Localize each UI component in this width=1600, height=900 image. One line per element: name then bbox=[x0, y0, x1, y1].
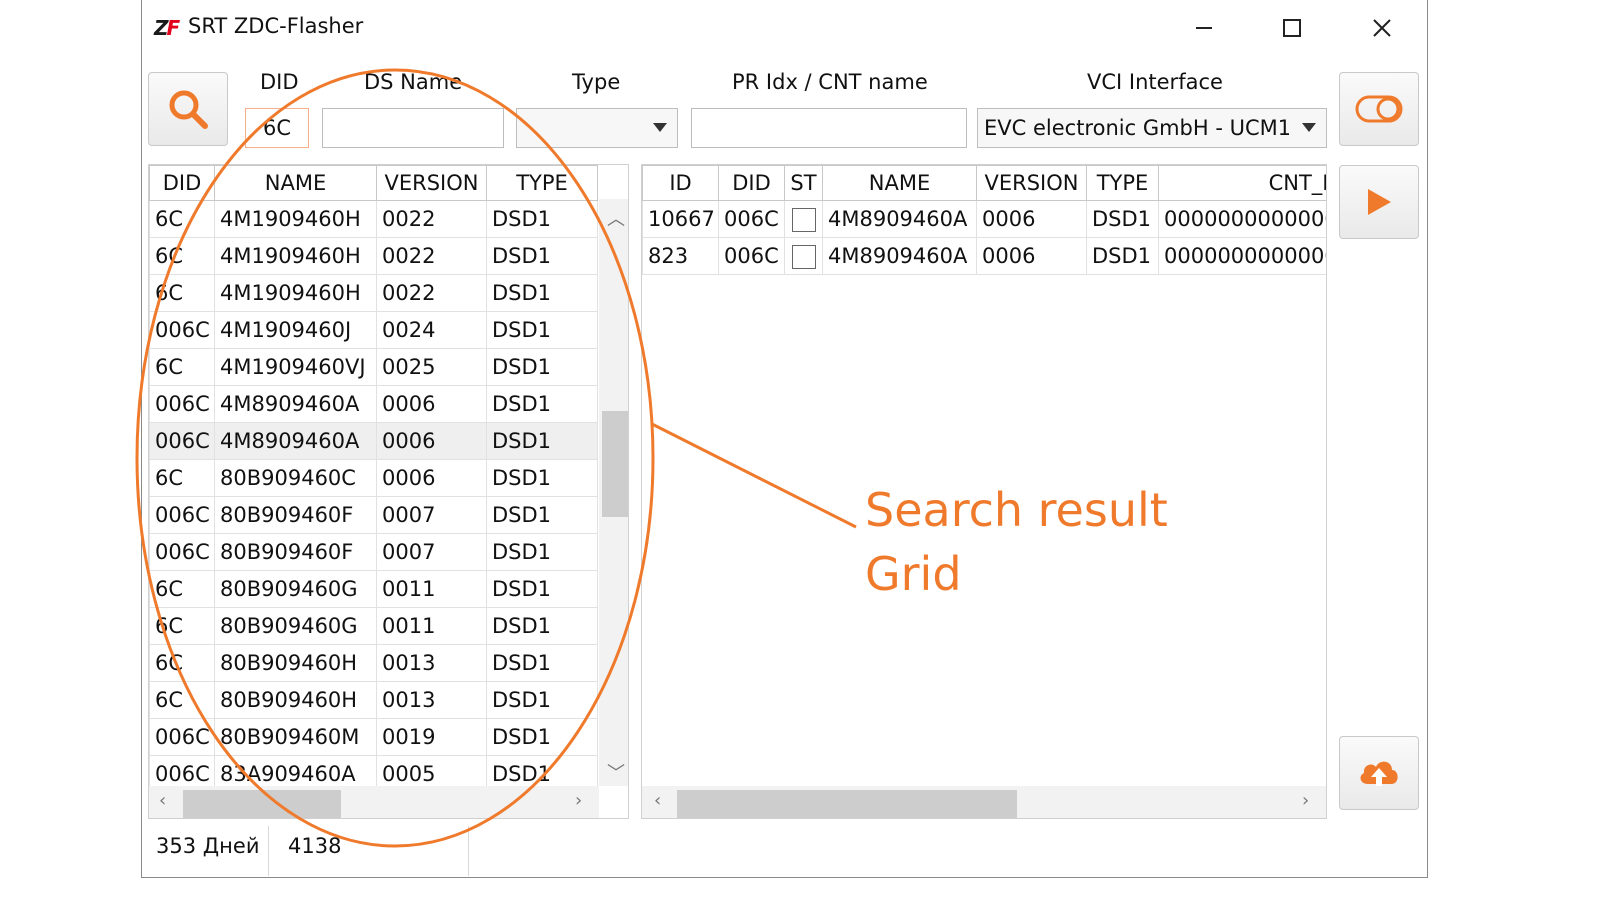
annotation-label: Search result Grid bbox=[865, 478, 1168, 606]
annotation-pointer-line bbox=[651, 422, 857, 529]
annotation-overlay bbox=[135, 68, 857, 848]
annotation-line-1: Search result bbox=[865, 483, 1168, 537]
annotation-ellipse bbox=[135, 68, 655, 848]
annotation-line-2: Grid bbox=[865, 547, 962, 601]
